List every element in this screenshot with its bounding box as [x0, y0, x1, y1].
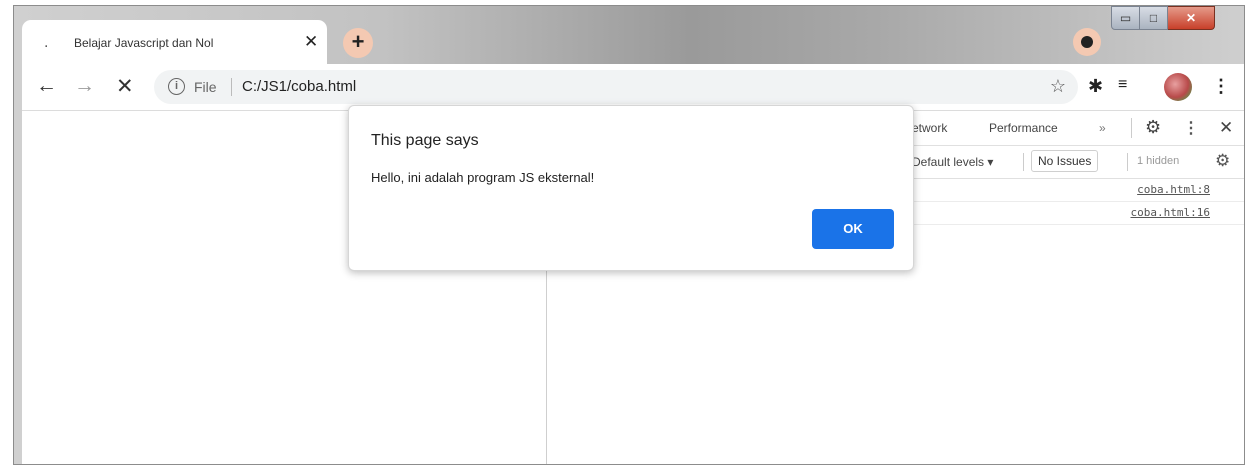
loading-icon: . [44, 34, 49, 51]
media-queue-icon[interactable]: ≡ [1118, 76, 1127, 94]
divider [1023, 153, 1024, 171]
address-bar[interactable]: i File C:/JS1/coba.html ☆ [154, 70, 1078, 104]
tab-active[interactable]: . Belajar Javascript dan Nol ✕ [22, 20, 327, 64]
back-button[interactable]: ← [36, 74, 57, 98]
avatar[interactable] [1164, 73, 1192, 101]
more-tabs-icon[interactable]: » [1099, 121, 1106, 135]
tab-title: Belajar Javascript dan Nol [74, 36, 214, 50]
url-scheme: File [194, 79, 217, 95]
address-separator [231, 78, 232, 96]
puzzle-icon[interactable]: ✱ [1088, 76, 1103, 97]
log-source-link[interactable]: coba.html:8 [1137, 183, 1210, 196]
url-text[interactable]: C:/JS1/coba.html [242, 78, 356, 95]
tab-network[interactable]: etwork [912, 121, 947, 135]
window-close-button[interactable]: ✕ [1168, 6, 1215, 30]
alert-dialog: This page says Hello, ini adalah program… [348, 105, 914, 271]
ok-button[interactable]: OK [812, 209, 894, 249]
close-icon[interactable]: ✕ [1219, 118, 1233, 138]
forward-button[interactable]: → [74, 74, 95, 98]
minimize-button[interactable]: ▭ [1111, 6, 1140, 30]
gear-icon[interactable]: ⚙ [1145, 117, 1161, 138]
kebab-icon[interactable]: ⋮ [1212, 76, 1230, 97]
dialog-message: Hello, ini adalah program JS eksternal! [371, 170, 595, 185]
tab-close-icon[interactable]: ✕ [304, 32, 318, 52]
new-tab-button[interactable]: + [343, 28, 373, 58]
maximize-button[interactable]: □ [1140, 6, 1168, 30]
issues-button[interactable]: No Issues [1031, 150, 1099, 172]
divider [1131, 118, 1132, 138]
log-levels-dropdown[interactable]: Default levels ▾ [912, 155, 993, 169]
devtools-kebab-icon[interactable]: ⋮ [1183, 118, 1199, 138]
divider [1127, 153, 1128, 171]
tab-performance[interactable]: Performance [989, 121, 1058, 135]
info-icon[interactable]: i [168, 78, 185, 95]
hidden-count: 1 hidden [1137, 155, 1180, 167]
record-icon[interactable] [1073, 28, 1101, 56]
log-source-link[interactable]: coba.html:16 [1131, 206, 1210, 219]
window-controls: ▭ □ ✕ [1111, 6, 1215, 30]
console-settings-icon[interactable]: ⚙ [1215, 151, 1230, 171]
browser-toolbar: ← → ✕ i File C:/JS1/coba.html ☆ ✱ ≡ ⋮ [22, 64, 1244, 111]
stop-loading-button[interactable]: ✕ [116, 74, 134, 99]
star-icon[interactable]: ☆ [1050, 76, 1066, 97]
dialog-title: This page says [371, 132, 479, 149]
